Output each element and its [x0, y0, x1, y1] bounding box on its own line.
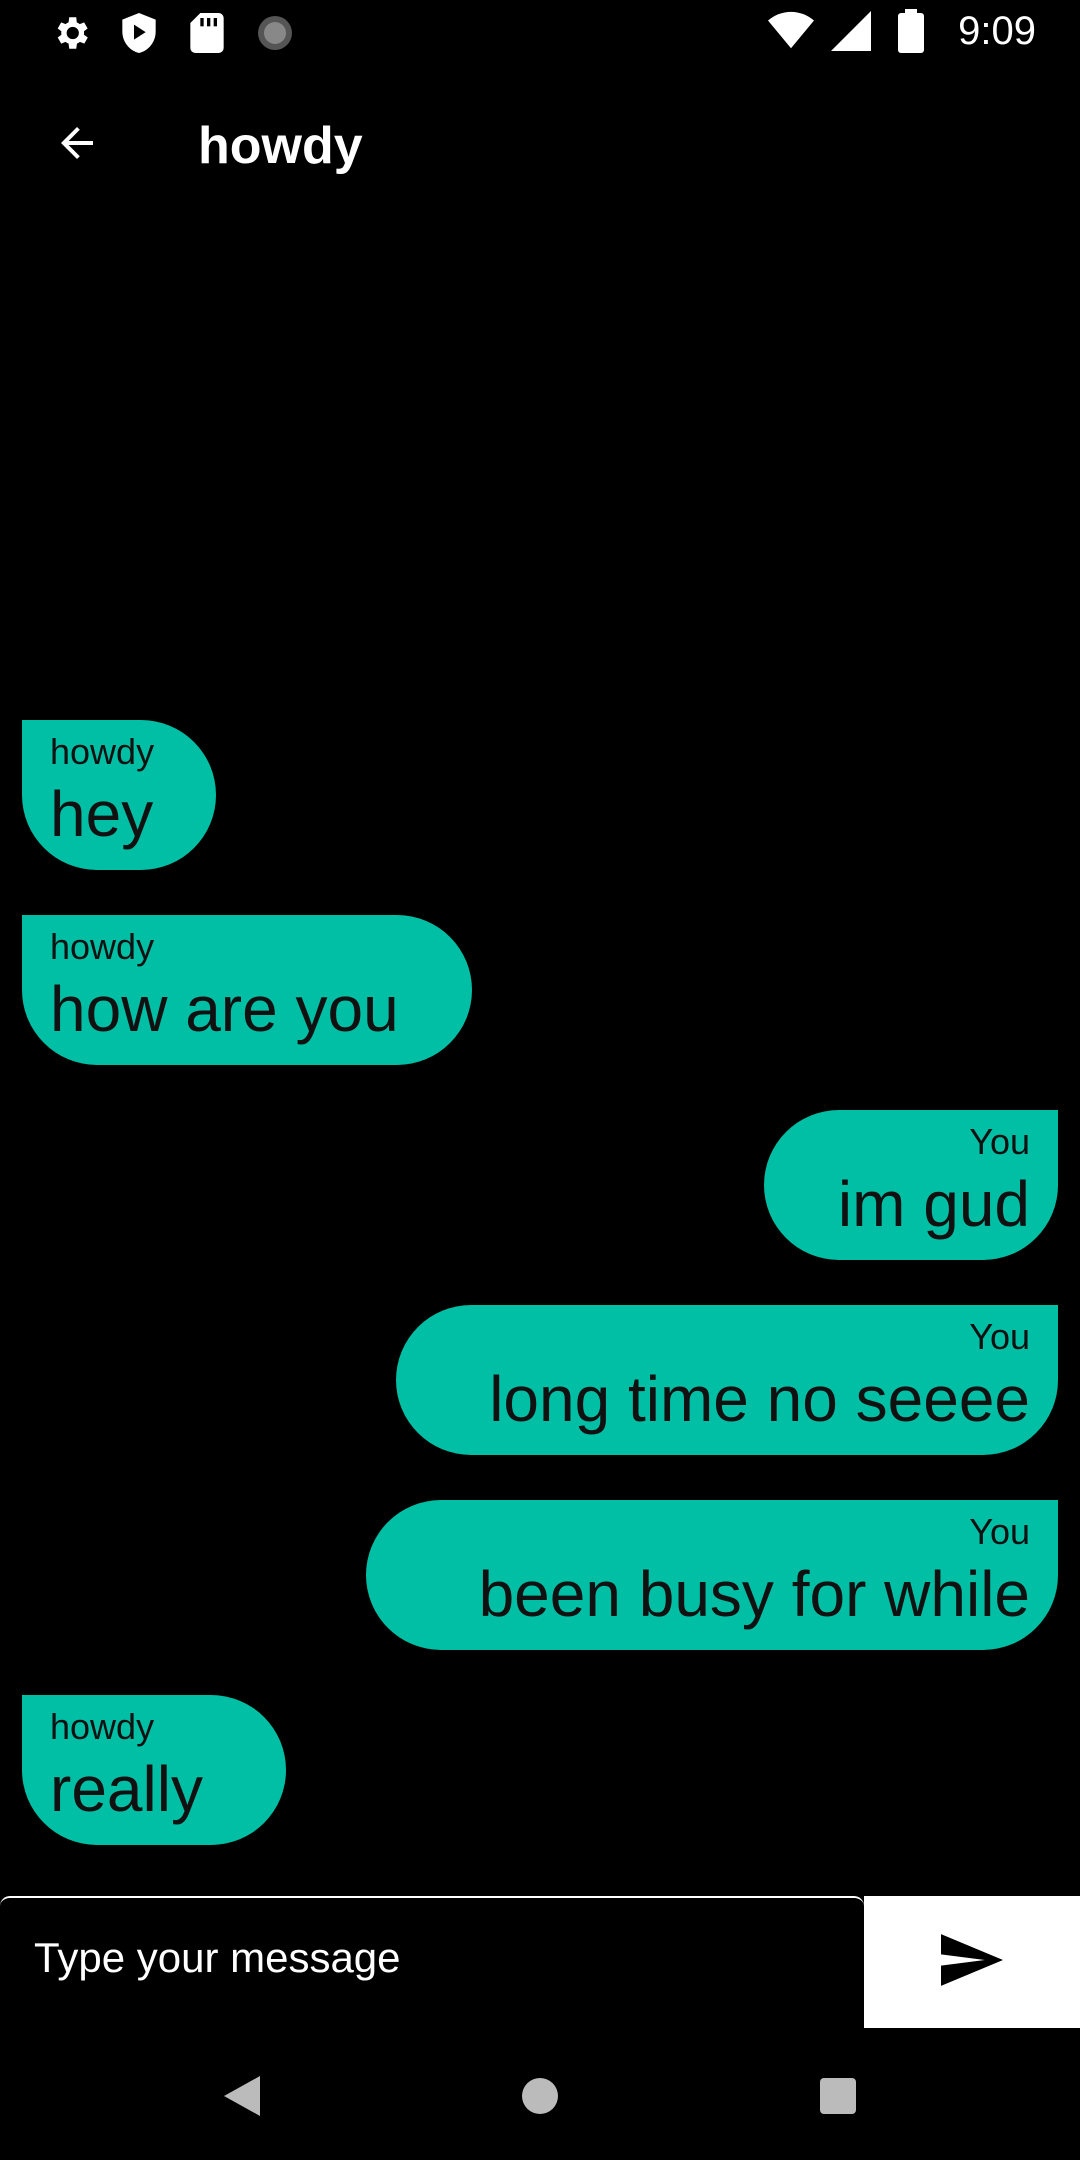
composer: Type your message [0, 1896, 1080, 2028]
nav-recents-button[interactable] [808, 2068, 868, 2128]
message-sender: howdy [50, 731, 155, 772]
message-sender: howdy [50, 1706, 155, 1747]
message-sender: howdy [50, 926, 155, 967]
battery-icon [888, 8, 934, 54]
arrow-left-icon [53, 119, 101, 172]
message-sender: You [969, 1316, 1030, 1357]
send-icon [941, 1933, 1003, 1991]
navigation-bar [0, 2028, 1080, 2160]
loading-icon [252, 10, 298, 56]
nav-back-button[interactable] [212, 2068, 272, 2128]
message-bubble: You long time no seeee [396, 1305, 1058, 1455]
app-bar: howdy [0, 66, 1080, 220]
wifi-icon [768, 8, 815, 54]
recents-square-icon [820, 2077, 856, 2119]
message-bubble: howdy hey [22, 720, 216, 870]
message-bubble: You im gud [764, 1110, 1058, 1260]
message-sender: You [969, 1121, 1030, 1162]
message-input[interactable]: Type your message [34, 1934, 401, 1982]
message-text: really [50, 1753, 203, 1825]
message-text: im gud [837, 1168, 1030, 1240]
message-list[interactable]: howdy hey howdy how are you You im gud Y… [0, 220, 1080, 1890]
send-button[interactable] [864, 1896, 1080, 2028]
message-bubble: You been busy for while [366, 1500, 1058, 1650]
home-circle-icon [520, 2076, 560, 2121]
gear-icon [48, 10, 94, 56]
message-bubble: howdy how are you [22, 915, 472, 1065]
message-bubble: howdy really [22, 1695, 286, 1845]
status-bar: 9:09 [0, 0, 1080, 66]
message-text: how are you [50, 973, 399, 1045]
sd-card-icon [184, 10, 230, 56]
message-text: long time no seeee [489, 1363, 1030, 1435]
nav-home-button[interactable] [510, 2068, 570, 2128]
message-text: been busy for while [478, 1558, 1030, 1630]
chat-title: howdy [198, 117, 363, 175]
message-sender: You [969, 1511, 1030, 1552]
back-button[interactable] [44, 112, 110, 178]
shield-play-icon [116, 10, 162, 56]
status-time: 9:09 [958, 8, 1036, 53]
chat-screen: 9:09 howdy howdy hey howdy how are you Y… [0, 0, 1080, 2160]
back-triangle-icon [224, 2075, 260, 2121]
cell-signal-icon [828, 8, 874, 54]
message-text: hey [50, 778, 154, 850]
